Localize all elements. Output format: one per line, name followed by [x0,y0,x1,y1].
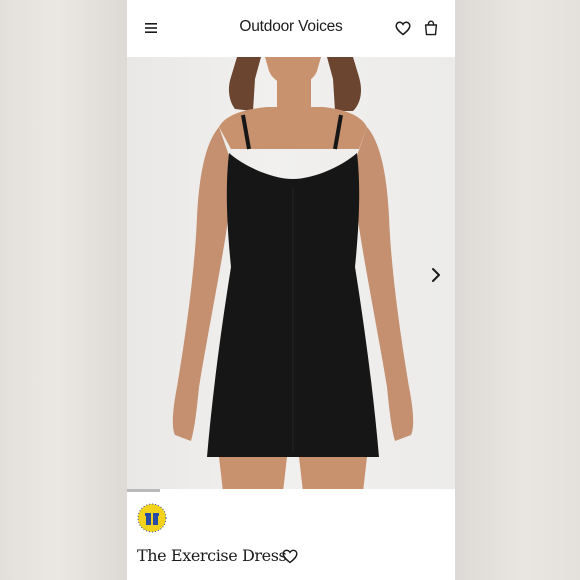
background-left [0,0,127,580]
carousel-progress-fill [127,489,160,492]
carousel-progress [127,489,455,492]
background-right [455,0,580,580]
bag-icon[interactable] [424,20,438,36]
top-nav: Outdoor Voices [127,0,455,57]
brand-logo[interactable]: Outdoor Voices [187,18,395,36]
product-image-carousel[interactable] [127,57,455,492]
product-title: The Exercise Dress [137,546,287,565]
chevron-right-icon[interactable] [427,266,445,284]
product-photo [172,57,414,492]
wishlist-heart-icon[interactable] [395,21,411,36]
product-page: Outdoor Voices The Exercise Dress [127,0,455,580]
menu-icon[interactable] [144,21,158,35]
favorite-heart-icon[interactable] [282,549,298,564]
gift-badge-icon [137,503,167,533]
